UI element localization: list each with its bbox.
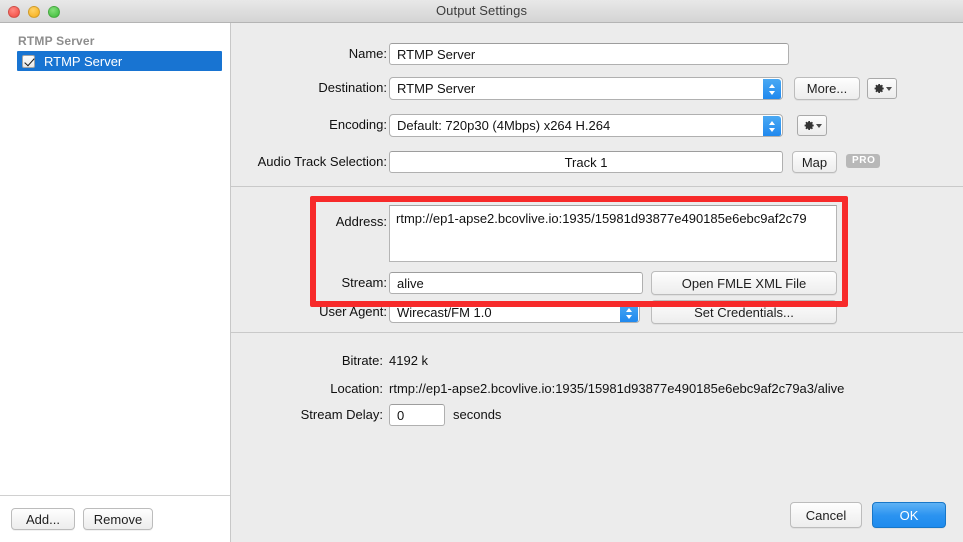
audio-track-input[interactable]: Track 1 bbox=[389, 151, 783, 173]
chevron-updown-icon[interactable] bbox=[620, 303, 638, 322]
caret-down-icon bbox=[886, 86, 892, 91]
stream-delay-label: Stream Delay: bbox=[300, 407, 383, 422]
cancel-button[interactable]: Cancel bbox=[790, 502, 862, 528]
settings-pane: Name: RTMP Server Destination: RTMP Serv… bbox=[231, 23, 963, 542]
sidebar-group-header: RTMP Server bbox=[18, 34, 95, 48]
bitrate-row: Bitrate: 4192 k bbox=[231, 350, 963, 372]
address-input[interactable]: rtmp://ep1-apse2.bcovlive.io:1935/15981d… bbox=[389, 205, 837, 262]
destination-dropdown[interactable]: RTMP Server bbox=[389, 77, 783, 100]
name-input[interactable]: RTMP Server bbox=[389, 43, 789, 65]
set-credentials-button[interactable]: Set Credentials... bbox=[651, 300, 837, 324]
user-agent-value: Wirecast/FM 1.0 bbox=[397, 304, 492, 320]
stream-row: Stream: alive Open FMLE XML File bbox=[231, 271, 963, 295]
name-label: Name: bbox=[348, 46, 387, 61]
gear-icon bbox=[874, 83, 884, 94]
bitrate-value: 4192 k bbox=[389, 353, 429, 368]
chevron-updown-icon[interactable] bbox=[763, 116, 781, 136]
audio-track-label: Audio Track Selection: bbox=[257, 154, 387, 169]
encoding-dropdown[interactable]: Default: 720p30 (4Mbps) x264 H.264 bbox=[389, 114, 783, 137]
destination-row: Destination: RTMP Server More... bbox=[231, 77, 963, 100]
user-agent-dropdown[interactable]: Wirecast/FM 1.0 bbox=[389, 301, 640, 323]
destination-list[interactable]: RTMP Server RTMP Server bbox=[0, 23, 230, 495]
bitrate-label: Bitrate: bbox=[341, 353, 383, 368]
user-agent-label: User Agent: bbox=[319, 304, 387, 319]
checkbox-icon[interactable] bbox=[22, 54, 35, 68]
stream-delay-unit: seconds bbox=[453, 407, 502, 422]
stream-delay-input[interactable]: 0 bbox=[389, 404, 445, 426]
ok-button[interactable]: OK bbox=[872, 502, 946, 528]
sidebar-footer: Add... Remove bbox=[0, 495, 230, 542]
dialog-actions: Cancel OK bbox=[790, 502, 946, 528]
gear-icon bbox=[804, 120, 814, 131]
section-divider-top bbox=[231, 186, 963, 187]
add-button[interactable]: Add... bbox=[11, 508, 75, 530]
window-title: Output Settings bbox=[435, 3, 528, 18]
user-agent-row: User Agent: Wirecast/FM 1.0 Set Credenti… bbox=[231, 300, 963, 324]
output-settings-window: Output Settings RTMP Server RTMP Server … bbox=[0, 0, 963, 542]
audio-track-row: Audio Track Selection: Track 1 Map PRO bbox=[231, 151, 963, 173]
section-divider-bottom bbox=[231, 332, 963, 333]
sidebar-item-label: RTMP Server bbox=[44, 53, 123, 69]
open-fmle-xml-file-button[interactable]: Open FMLE XML File bbox=[651, 271, 837, 295]
sidebar-item-rtmp-server[interactable]: RTMP Server bbox=[17, 51, 222, 71]
window-titlebar: Output Settings bbox=[0, 0, 963, 23]
destination-value: RTMP Server bbox=[397, 81, 476, 96]
name-row: Name: RTMP Server bbox=[231, 43, 963, 65]
pro-badge: PRO bbox=[846, 154, 881, 168]
stream-label: Stream: bbox=[341, 275, 387, 290]
remove-button[interactable]: Remove bbox=[83, 508, 153, 530]
caret-down-icon bbox=[816, 123, 822, 128]
more-button[interactable]: More... bbox=[794, 77, 860, 100]
sidebar: RTMP Server RTMP Server Add... Remove bbox=[0, 23, 231, 542]
encoding-gear-menu-button[interactable] bbox=[797, 115, 827, 136]
stream-delay-row: Stream Delay: 0 seconds bbox=[231, 404, 963, 426]
encoding-row: Encoding: Default: 720p30 (4Mbps) x264 H… bbox=[231, 114, 963, 137]
address-label: Address: bbox=[335, 214, 387, 229]
chevron-updown-icon[interactable] bbox=[763, 79, 781, 99]
destination-gear-menu-button[interactable] bbox=[867, 78, 897, 99]
location-label: Location: bbox=[330, 381, 383, 396]
encoding-label: Encoding: bbox=[329, 117, 387, 132]
encoding-value: Default: 720p30 (4Mbps) x264 H.264 bbox=[397, 118, 611, 133]
location-value: rtmp://ep1-apse2.bcovlive.io:1935/15981d… bbox=[389, 381, 845, 396]
location-row: Location: rtmp://ep1-apse2.bcovlive.io:1… bbox=[231, 378, 963, 400]
stream-input[interactable]: alive bbox=[389, 272, 643, 294]
map-button[interactable]: Map bbox=[792, 151, 837, 173]
destination-label: Destination: bbox=[318, 80, 387, 95]
